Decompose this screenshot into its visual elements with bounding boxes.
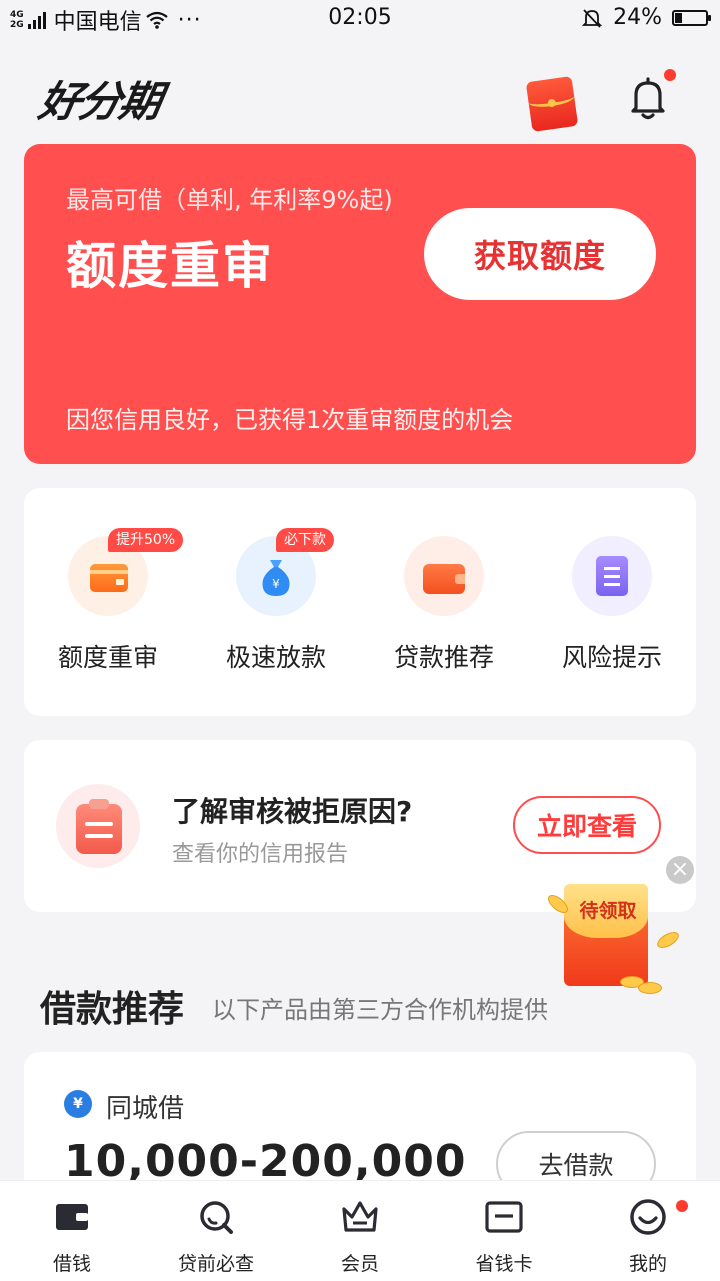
notification-bell-icon[interactable]: [626, 74, 670, 122]
crown-icon: [342, 1201, 378, 1232]
bottom-tab-bar: 借钱 贷前必查 会员 省钱卡 我的: [0, 1180, 720, 1281]
profile-icon: [630, 1199, 666, 1235]
section-subtitle: 以下产品由第三方合作机构提供: [212, 996, 548, 1024]
quick-action-icon-bg: [572, 536, 652, 616]
product-name: 同城借: [106, 1094, 185, 1124]
notification-dot: [664, 69, 676, 81]
quick-action-badge: 必下款: [276, 528, 334, 552]
svg-text:¥: ¥: [272, 577, 280, 591]
card-wallet-icon: [423, 564, 465, 594]
clipboard-icon: [56, 784, 140, 868]
section-title: 借款推荐: [40, 989, 185, 1030]
tab-label: 贷前必查: [177, 1253, 254, 1275]
mute-bell-icon: [581, 8, 603, 28]
battery-icon: [672, 9, 711, 26]
wallet-icon: [90, 564, 128, 592]
document-icon: [596, 556, 628, 596]
profile-notification-dot: [676, 1200, 688, 1212]
tab-label: 借钱: [52, 1253, 91, 1275]
quick-action-icon-bg: ¥ 必下款: [236, 528, 334, 616]
get-credit-button[interactable]: 获取额度: [424, 208, 656, 300]
search-tab-icon: [200, 1201, 233, 1234]
quick-action-badge: 提升50%: [108, 528, 184, 552]
quick-action-icon-bg: [404, 536, 484, 616]
quick-action-label: 额度重审: [57, 643, 158, 672]
tab-borrow[interactable]: 借钱: [0, 1197, 144, 1276]
quick-action-loan-recommend[interactable]: 贷款推荐: [360, 536, 528, 674]
tab-profile[interactable]: 我的: [576, 1197, 720, 1276]
quick-action-fast-loan[interactable]: ¥ 必下款 极速放款: [192, 528, 360, 674]
promo-label: 待领取: [579, 900, 637, 922]
reason-title: 了解审核被拒原因?: [172, 795, 413, 828]
hero-footnote: 因您信用良好，已获得1次重审额度的机会: [66, 406, 514, 434]
tab-savings-card[interactable]: 省钱卡: [432, 1197, 576, 1276]
status-bar: 4G 2G 中国电信 ··· 02:05 24%: [0, 0, 720, 38]
battery-percent: 24%: [613, 5, 662, 30]
hero-subtitle: 最高可借（单利, 年利率9%起): [66, 186, 393, 214]
app-logo: 好分期: [35, 77, 164, 126]
close-icon[interactable]: ×: [666, 856, 694, 884]
status-right: 24%: [581, 5, 711, 30]
product-logo: ¥: [64, 1090, 92, 1118]
quick-actions-panel: 提升50% 额度重审 ¥ 必下款 极速放款 贷款推荐 风险提示: [24, 488, 696, 716]
tab-pre-check[interactable]: 贷前必查: [144, 1197, 288, 1276]
quick-action-label: 风险提示: [561, 643, 662, 672]
reason-subtitle: 查看你的信用报告: [172, 842, 349, 867]
red-envelope-icon[interactable]: [525, 76, 579, 132]
tab-member[interactable]: 会员: [288, 1197, 432, 1276]
quick-action-risk-tips[interactable]: 风险提示: [528, 536, 696, 674]
quick-action-label: 贷款推荐: [393, 643, 494, 672]
wallet-tab-icon: [56, 1204, 88, 1230]
battery-fill: [675, 12, 683, 23]
view-now-button[interactable]: 立即查看: [513, 796, 661, 854]
hero-title: 额度重审: [66, 237, 274, 295]
quick-action-label: 极速放款: [225, 643, 326, 672]
tab-label: 我的: [628, 1253, 667, 1275]
coin-icon: [638, 982, 662, 994]
credit-hero-card: 最高可借（单利, 年利率9%起) 额度重审 获取额度 因您信用良好，已获得1次重…: [24, 144, 696, 464]
tab-label: 会员: [340, 1253, 379, 1275]
quick-action-icon-bg: 提升50%: [68, 528, 184, 616]
app-header: 好分期: [0, 60, 720, 132]
coin-icon: [654, 928, 682, 952]
quick-action-credit-review[interactable]: 提升50% 额度重审: [24, 528, 192, 674]
card-tab-icon: [485, 1201, 523, 1233]
money-bag-icon: ¥: [262, 560, 290, 596]
tab-label: 省钱卡: [475, 1253, 533, 1275]
promo-red-envelope[interactable]: 待领取: [544, 884, 682, 994]
